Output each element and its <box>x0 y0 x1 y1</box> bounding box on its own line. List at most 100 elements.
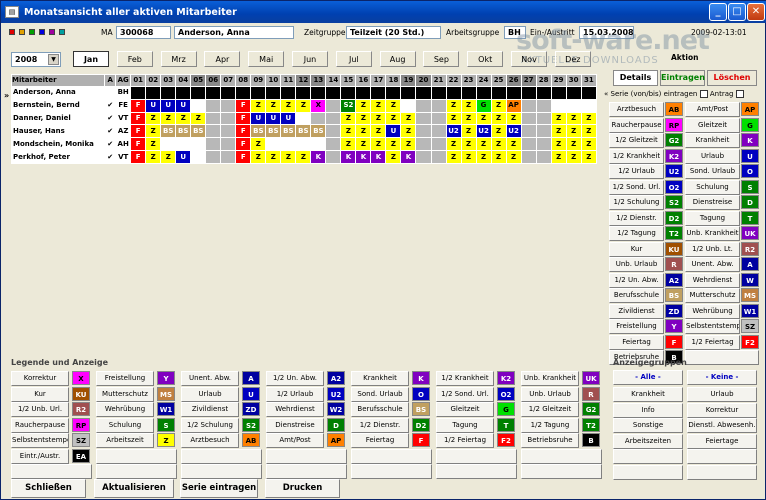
day-cell[interactable]: F <box>235 150 252 164</box>
legend-item-w2[interactable]: Wehrdienst <box>266 402 324 417</box>
day-cell[interactable]: U <box>145 98 162 113</box>
day-cell[interactable] <box>430 150 447 164</box>
chevron-down-icon[interactable]: ▼ <box>48 54 59 65</box>
day-cell[interactable] <box>220 98 237 113</box>
absence-button-t[interactable]: Tagung <box>685 210 740 226</box>
anzeige-empty[interactable] <box>613 449 683 464</box>
day-header[interactable]: 02 <box>145 74 162 87</box>
day-cell[interactable]: Z <box>460 98 477 113</box>
day-header[interactable]: 31 <box>580 74 598 87</box>
legend-item-s[interactable]: Schulung <box>96 417 154 433</box>
active-check[interactable]: ✔ <box>104 137 117 152</box>
day-cell[interactable] <box>145 86 162 100</box>
day-header[interactable]: 17 <box>370 74 387 87</box>
day-cell[interactable]: Z <box>490 150 507 164</box>
day-cell[interactable] <box>295 111 312 126</box>
absence-button-s[interactable]: Schulung <box>685 179 740 195</box>
absence-button-u2[interactable]: 1/2 Urlaub <box>609 164 664 179</box>
legend-item-s2[interactable]: 1/2 Schulung <box>181 417 239 433</box>
day-cell[interactable]: U <box>385 124 402 139</box>
day-cell[interactable]: Z <box>355 98 372 113</box>
day-header[interactable]: 11 <box>280 74 297 87</box>
legend-item-o2[interactable]: 1/2 Sond. Url. <box>436 386 494 402</box>
day-cell[interactable]: Z <box>250 98 267 113</box>
day-cell[interactable]: Z <box>295 150 312 164</box>
absence-button-zd[interactable]: Zivildienst <box>609 303 664 319</box>
absence-button-a2[interactable]: 1/2 Un. Abw. <box>609 272 664 288</box>
day-header[interactable]: 22 <box>445 74 462 87</box>
antrag-checkbox[interactable] <box>735 90 744 98</box>
legend-item-sz[interactable]: Selbstentstempel <box>11 433 69 448</box>
day-header[interactable]: 09 <box>250 74 267 87</box>
day-cell[interactable]: Z <box>355 124 372 139</box>
day-cell[interactable] <box>565 86 582 100</box>
day-cell[interactable]: F <box>235 111 252 126</box>
legend-item-r[interactable]: Unb. Urlaub <box>521 386 579 402</box>
day-cell[interactable]: Z <box>340 137 357 152</box>
absence-button-ab[interactable]: Arztbesuch <box>609 102 664 117</box>
day-cell[interactable]: Z <box>355 137 372 152</box>
anzeige-empty[interactable] <box>613 464 683 480</box>
day-cell[interactable] <box>430 86 447 100</box>
legend-item-rp[interactable]: Raucherpause <box>11 417 69 433</box>
day-cell[interactable] <box>310 137 327 152</box>
legend-item-r2[interactable]: 1/2 Unb. Url. <box>11 402 69 417</box>
day-cell[interactable]: BS <box>265 124 282 139</box>
day-cell[interactable] <box>295 137 312 152</box>
day-cell[interactable] <box>160 137 177 152</box>
day-cell[interactable] <box>490 86 507 100</box>
day-cell[interactable]: Z <box>250 150 267 164</box>
empty-button[interactable] <box>685 350 759 365</box>
day-cell[interactable] <box>205 111 222 126</box>
month-tab-apr[interactable]: Apr <box>204 51 241 67</box>
day-header[interactable]: 15 <box>340 74 357 87</box>
legend-item-u2[interactable]: 1/2 Urlaub <box>266 386 324 402</box>
day-cell[interactable]: K <box>310 150 327 164</box>
day-cell[interactable] <box>325 86 342 100</box>
legend-item-t[interactable]: Tagung <box>436 417 494 433</box>
absence-button-k2[interactable]: 1/2 Krankheit <box>609 148 664 164</box>
day-header[interactable]: 12 <box>295 74 312 87</box>
day-cell[interactable] <box>385 86 402 100</box>
day-header[interactable]: 03 <box>160 74 177 87</box>
legend-empty[interactable] <box>266 448 347 464</box>
legend-item-k2[interactable]: 1/2 Krankheit <box>436 371 494 386</box>
day-cell[interactable]: Z <box>280 98 297 113</box>
absence-button-sz[interactable]: Selbstentstempel <box>685 319 740 334</box>
day-cell[interactable]: Z <box>565 111 582 126</box>
day-cell[interactable] <box>415 150 432 164</box>
table-row[interactable]: Danner, Daniel ✔ VT F Z Z Z Z F U U U Z Z Z Z Z Z Z Z Z Z Z Z Z <box>10 111 598 126</box>
day-cell[interactable] <box>430 111 447 126</box>
day-cell[interactable]: BS <box>175 124 192 139</box>
legend-item-ap[interactable]: Amt/Post <box>266 433 324 448</box>
legend-item-ab[interactable]: Arztbesuch <box>181 433 239 448</box>
day-header[interactable]: 30 <box>565 74 582 87</box>
month-tab-jul[interactable]: Jul <box>335 51 372 67</box>
day-cell[interactable] <box>310 111 327 126</box>
absence-button-ap[interactable]: Amt/Post <box>685 102 740 117</box>
month-tab-mai[interactable]: Mai <box>248 51 285 67</box>
day-cell[interactable]: Z <box>160 150 177 164</box>
active-check[interactable]: ✔ <box>104 98 117 113</box>
col-ag[interactable]: AG <box>115 74 132 87</box>
anzeige-button[interactable]: Korrektur <box>687 402 757 418</box>
legend-item-b[interactable]: Betriebsruhe <box>521 433 579 448</box>
zeitgruppe-field[interactable]: Teilzeit (20 Std.) <box>346 26 441 39</box>
day-cell[interactable] <box>520 137 537 152</box>
legend-empty[interactable] <box>351 464 432 479</box>
day-cell[interactable] <box>535 137 552 152</box>
day-cell[interactable]: Z <box>370 98 387 113</box>
day-cell[interactable] <box>265 137 282 152</box>
day-cell[interactable] <box>160 86 177 100</box>
name-field[interactable]: Anderson, Anna <box>174 26 294 39</box>
day-cell[interactable]: F <box>130 111 147 126</box>
absence-button-f[interactable]: Feiertag <box>609 334 664 350</box>
color-square[interactable] <box>9 29 15 35</box>
month-tab-sep[interactable]: Sep <box>423 51 460 67</box>
day-cell[interactable] <box>265 86 282 100</box>
day-cell[interactable]: K <box>370 150 387 164</box>
day-cell[interactable] <box>520 124 537 139</box>
legend-item-x[interactable]: Korrektur <box>11 371 69 386</box>
day-cell[interactable]: Z <box>385 150 402 164</box>
day-header[interactable]: 27 <box>520 74 537 87</box>
